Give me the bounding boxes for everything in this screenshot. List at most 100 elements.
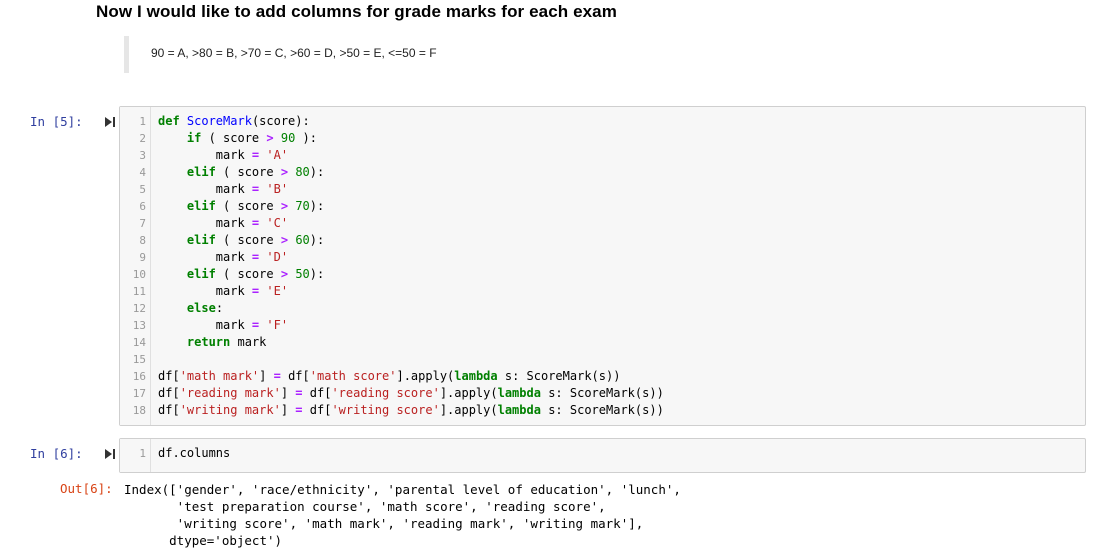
code-lines: 1 def ScoreMark(score): 2 if ( score > 90 … [120, 113, 1085, 419]
code-line[interactable]: 6 elif ( score > 70): [120, 198, 1085, 215]
code-line[interactable]: 8 elif ( score > 60): [120, 232, 1085, 249]
code-text: elif ( score > 50): [158, 266, 324, 283]
code-token: 'A' [266, 148, 289, 162]
code-editor[interactable]: 1 def ScoreMark(score): 2 if ( score > 90 … [119, 106, 1086, 426]
code-token: 70 [295, 199, 310, 213]
line-number: 17 [132, 387, 146, 400]
line-number: 8 [139, 234, 146, 247]
code-token: 90 [280, 131, 296, 145]
code-text: elif ( score > 70): [158, 198, 324, 215]
code-text: if ( score > 90 ): [158, 130, 317, 147]
code-token: = [273, 369, 281, 383]
code-token: 60 [295, 233, 310, 247]
code-token: df[ [280, 369, 310, 383]
code-token: 80 [295, 165, 310, 179]
code-text: df['reading mark'] = df['reading score']… [158, 385, 664, 402]
markdown-blockquote: 90 = A, >80 = B, >70 = C, >60 = D, >50 =… [124, 36, 437, 73]
code-text: mark = 'F' [158, 317, 288, 334]
code-token: mark [158, 216, 252, 230]
code-token: mark [230, 335, 267, 349]
line-number: 18 [132, 404, 146, 417]
code-text: df['writing mark'] = df['writing score']… [158, 402, 664, 419]
code-token: lambda [497, 403, 541, 417]
code-token: ( score [215, 199, 281, 213]
code-token: ): [309, 165, 325, 179]
code-token: else [186, 301, 216, 315]
code-token: 50 [295, 267, 310, 281]
code-line[interactable]: 12 else: [120, 300, 1085, 317]
line-number: 9 [139, 251, 146, 264]
code-line[interactable]: 4 elif ( score > 80): [120, 164, 1085, 181]
code-token: 'writing mark' [179, 403, 281, 417]
code-token: > [280, 233, 289, 247]
code-line[interactable]: 1 def ScoreMark(score): [120, 113, 1085, 130]
code-line[interactable]: 18 df['writing mark'] = df['writing score… [120, 402, 1085, 419]
code-line[interactable]: 5 mark = 'B' [120, 181, 1085, 198]
code-line[interactable]: 7 mark = 'C' [120, 215, 1085, 232]
code-token: ] [259, 369, 274, 383]
code-text: elif ( score > 60): [158, 232, 324, 249]
line-number: 10 [132, 268, 146, 281]
code-token: 'E' [266, 284, 289, 298]
code-text: mark = 'E' [158, 283, 288, 300]
code-token: elif [186, 199, 216, 213]
code-token: (score): [251, 114, 310, 128]
line-number: 12 [132, 302, 146, 315]
cell-output: Index(['gender', 'race/ethnicity', 'pare… [124, 482, 681, 548]
code-line[interactable]: 1 df.columns [120, 445, 1085, 462]
code-token: 'C' [266, 216, 289, 230]
code-line[interactable]: 10 elif ( score > 50): [120, 266, 1085, 283]
code-line[interactable]: 3 mark = 'A' [120, 147, 1085, 164]
code-token: elif [186, 267, 216, 281]
code-token: > [280, 267, 289, 281]
code-token: if [186, 131, 202, 145]
code-token: 'reading mark' [179, 386, 281, 400]
code-line[interactable]: 9 mark = 'D' [120, 249, 1085, 266]
code-line[interactable]: 14 return mark [120, 334, 1085, 351]
code-text: else: [158, 300, 223, 317]
line-number: 13 [132, 319, 146, 332]
code-token: mark [158, 318, 252, 332]
code-line[interactable]: 2 if ( score > 90 ): [120, 130, 1085, 147]
code-token: ].apply( [439, 386, 498, 400]
code-token: 'math mark' [179, 369, 260, 383]
code-token: df[ [158, 403, 180, 417]
code-token: > [280, 199, 289, 213]
code-token: 'reading score' [331, 386, 440, 400]
line-number: 11 [132, 285, 146, 298]
code-line[interactable]: 13 mark = 'F' [120, 317, 1085, 334]
code-token: 'D' [266, 250, 289, 264]
code-token: def [158, 114, 187, 128]
code-token: ].apply( [439, 403, 498, 417]
code-token: > [266, 131, 274, 145]
code-line[interactable]: 11 mark = 'E' [120, 283, 1085, 300]
code-token: elif [186, 233, 216, 247]
code-token: s: ScoreMark(s)) [497, 369, 621, 383]
code-token: ( score [215, 233, 281, 247]
line-number: 2 [139, 132, 146, 145]
code-token: mark [158, 250, 252, 264]
run-cell-icon[interactable] [104, 448, 116, 460]
run-cell-icon[interactable] [104, 116, 116, 128]
code-token: df[ [158, 369, 180, 383]
code-token: = [295, 386, 303, 400]
code-editor[interactable]: 1 df.columns [119, 438, 1086, 473]
code-line[interactable]: 15 [120, 351, 1085, 368]
line-number: 6 [139, 200, 146, 213]
code-lines: 1 df.columns [120, 445, 1085, 462]
code-token: mark [158, 148, 252, 162]
markdown-heading: Now I would like to add columns for grad… [96, 2, 617, 21]
line-number: 3 [139, 149, 146, 162]
code-line[interactable]: 17 df['reading mark'] = df['reading score… [120, 385, 1085, 402]
line-number: 5 [139, 183, 146, 196]
code-token: : [215, 301, 224, 315]
code-token: 'B' [266, 182, 289, 196]
code-line[interactable]: 16 df['math mark'] = df['math score'].app… [120, 368, 1085, 385]
code-text: def ScoreMark(score): [158, 113, 310, 130]
blockquote-text: 90 = A, >80 = B, >70 = C, >60 = D, >50 =… [151, 46, 437, 60]
